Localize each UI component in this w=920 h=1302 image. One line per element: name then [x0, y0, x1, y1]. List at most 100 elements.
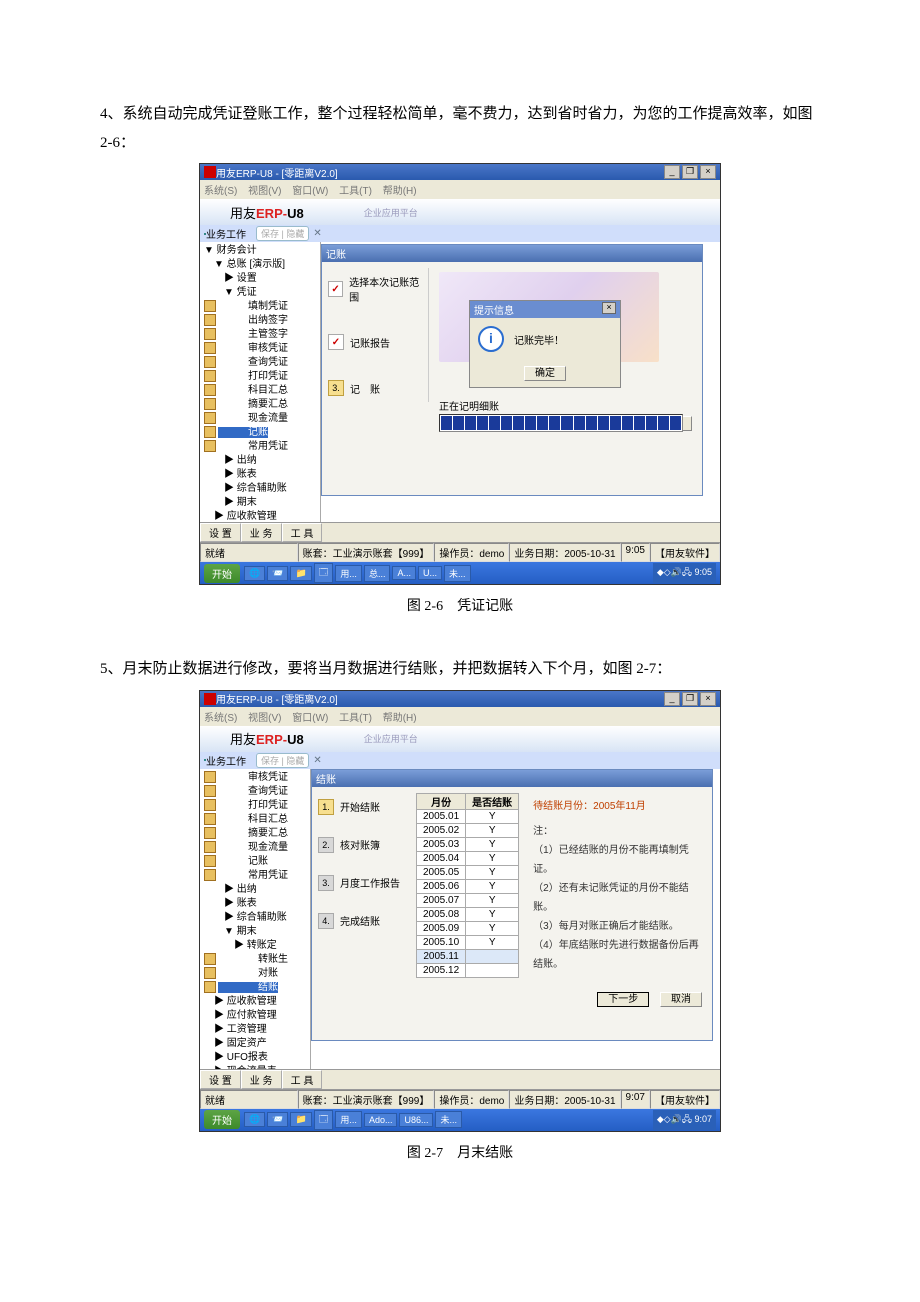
tree-item[interactable]: 科目汇总 [200, 813, 310, 827]
msgbox-close-icon[interactable]: × [602, 302, 616, 314]
start-button[interactable]: 开始 [204, 1110, 240, 1129]
tree-item[interactable]: 摘要汇总 [200, 398, 320, 412]
menu-view[interactable]: 视图(V) [248, 186, 281, 197]
tree-item[interactable]: ▼ 财务会计 [200, 244, 320, 258]
tree-item[interactable]: ▶ 设置 [200, 272, 320, 286]
tab-tool[interactable]: 工 具 [282, 1070, 323, 1089]
task-item[interactable]: 未... [435, 1111, 462, 1128]
tree-item[interactable]: ▶ 应付款管理 [200, 1009, 310, 1023]
task-item[interactable]: 🗔 [314, 563, 334, 583]
tree-item[interactable]: ▶ 固定资产 [200, 1037, 310, 1051]
tab-biz[interactable]: 业 务 [241, 523, 282, 542]
minimize-button[interactable]: _ [664, 165, 680, 179]
task-item[interactable]: 总... [364, 565, 391, 582]
ok-button[interactable]: 确定 [524, 366, 566, 381]
system-tray[interactable]: ◆◇🔊🖧 9:05 [653, 563, 716, 583]
tab-actions[interactable]: 保存 | 隐藏 [256, 226, 309, 241]
work-tab-label[interactable]: 业务工作 [206, 753, 246, 768]
restore-button[interactable]: ❐ [682, 692, 698, 706]
tree-item[interactable]: 摘要汇总 [200, 827, 310, 841]
menu-view[interactable]: 视图(V) [248, 713, 281, 724]
task-item[interactable]: 📁 [290, 1112, 311, 1127]
menu-window[interactable]: 窗口(W) [292, 713, 328, 724]
menu-system[interactable]: 系统(S) [204, 713, 237, 724]
task-item[interactable]: 未... [444, 565, 471, 582]
menu-tools[interactable]: 工具(T) [339, 186, 372, 197]
tab-close-icon[interactable]: ✕ [313, 755, 321, 766]
cancel-button[interactable]: 取消 [660, 992, 702, 1007]
tree-item[interactable]: 记账 [200, 855, 310, 869]
close-button[interactable]: × [700, 165, 716, 179]
task-item[interactable]: 用... [335, 1111, 362, 1128]
task-item[interactable]: 用... [335, 565, 362, 582]
tree-item[interactable]: 常用凭证 [200, 440, 320, 454]
tree-item[interactable]: ▶ 工资管理 [200, 1023, 310, 1037]
tree-item[interactable]: ▶ 综合辅助账 [200, 482, 320, 496]
task-item[interactable]: 📁 [290, 566, 311, 581]
task-item[interactable]: A... [392, 566, 416, 580]
menu-system[interactable]: 系统(S) [204, 186, 237, 197]
tree-item[interactable]: 常用凭证 [200, 869, 310, 883]
tab-close-icon[interactable]: ✕ [313, 228, 321, 239]
menu-help[interactable]: 帮助(H) [383, 713, 417, 724]
nav-tree[interactable]: 审核凭证 查询凭证 打印凭证 科目汇总 摘要汇总 现金流量 记账 常用凭证 ▶ … [200, 769, 311, 1069]
tree-item-selected[interactable]: 结账 [200, 981, 310, 995]
brand-subtitle: 企业应用平台 [364, 732, 418, 745]
menu-help[interactable]: 帮助(H) [383, 186, 417, 197]
tab-setting[interactable]: 设 置 [200, 1070, 241, 1089]
tree-item[interactable]: ▶ 转账定 [200, 939, 310, 953]
task-item[interactable]: 📨 [267, 566, 288, 581]
tree-item[interactable]: ▶ 应收款管理 [200, 995, 310, 1009]
tree-item[interactable]: ▼ 凭证 [200, 286, 320, 300]
tree-item[interactable]: ▶ UFO报表 [200, 1051, 310, 1065]
tree-item[interactable]: 打印凭证 [200, 799, 310, 813]
tab-biz[interactable]: 业 务 [241, 1070, 282, 1089]
menu-tools[interactable]: 工具(T) [339, 713, 372, 724]
tree-item[interactable]: 转账生 [200, 953, 310, 967]
tab-tool[interactable]: 工 具 [282, 523, 323, 542]
tree-item[interactable]: ▶ 应收款管理 [200, 510, 320, 522]
task-item[interactable]: Ado... [364, 1113, 398, 1127]
tree-item[interactable]: 科目汇总 [200, 384, 320, 398]
nav-tree[interactable]: ▼ 财务会计 ▼ 总账 [演示版] ▶ 设置 ▼ 凭证 填制凭证 出纳签字 主管… [200, 242, 321, 522]
restore-button[interactable]: ❐ [682, 165, 698, 179]
tree-item[interactable]: ▶ 账表 [200, 468, 320, 482]
tree-item[interactable]: ▼ 期末 [200, 925, 310, 939]
tree-item[interactable]: 主管签字 [200, 328, 320, 342]
tree-item[interactable]: ▶ 出纳 [200, 454, 320, 468]
tab-actions[interactable]: 保存 | 隐藏 [256, 753, 309, 768]
tab-setting[interactable]: 设 置 [200, 523, 241, 542]
tree-item-selected[interactable]: 记账 [200, 426, 320, 440]
start-button[interactable]: 开始 [204, 564, 240, 583]
tree-item[interactable]: 查询凭证 [200, 785, 310, 799]
tree-item[interactable]: ▶ 期末 [200, 496, 320, 510]
tree-item[interactable]: 审核凭证 [200, 771, 310, 785]
tree-item[interactable]: ▶ 账表 [200, 897, 310, 911]
task-item[interactable]: 🗔 [314, 1110, 334, 1130]
tree-item[interactable]: 查询凭证 [200, 356, 320, 370]
task-item[interactable]: U86... [399, 1113, 433, 1127]
system-tray[interactable]: ◆◇🔊🖧 9:07 [653, 1110, 716, 1130]
tree-item[interactable]: 现金流量 [200, 841, 310, 855]
tree-item[interactable]: ▶ 出纳 [200, 883, 310, 897]
tree-item[interactable]: 现金流量 [200, 412, 320, 426]
note-item: （2）还有未记账凭证的月份不能结账。 [533, 879, 700, 917]
menu-window[interactable]: 窗口(W) [292, 186, 328, 197]
tree-item[interactable]: ▼ 总账 [演示版] [200, 258, 320, 272]
tree-item[interactable]: 审核凭证 [200, 342, 320, 356]
minimize-button[interactable]: _ [664, 692, 680, 706]
tree-item[interactable]: 出纳签字 [200, 314, 320, 328]
task-item[interactable]: 📨 [267, 1112, 288, 1127]
doc-icon [204, 440, 216, 452]
task-item[interactable]: U... [418, 566, 442, 580]
tree-item[interactable]: ▶ 现金流量表 [200, 1065, 310, 1069]
task-item[interactable]: 🌐 [244, 566, 265, 581]
next-button[interactable]: 下一步 [597, 992, 649, 1007]
tree-item[interactable]: 填制凭证 [200, 300, 320, 314]
task-item[interactable]: 🌐 [244, 1112, 265, 1127]
tree-item[interactable]: 对账 [200, 967, 310, 981]
work-tab-label[interactable]: 业务工作 [206, 226, 246, 241]
tree-item[interactable]: 打印凭证 [200, 370, 320, 384]
tree-item[interactable]: ▶ 综合辅助账 [200, 911, 310, 925]
close-button[interactable]: × [700, 692, 716, 706]
